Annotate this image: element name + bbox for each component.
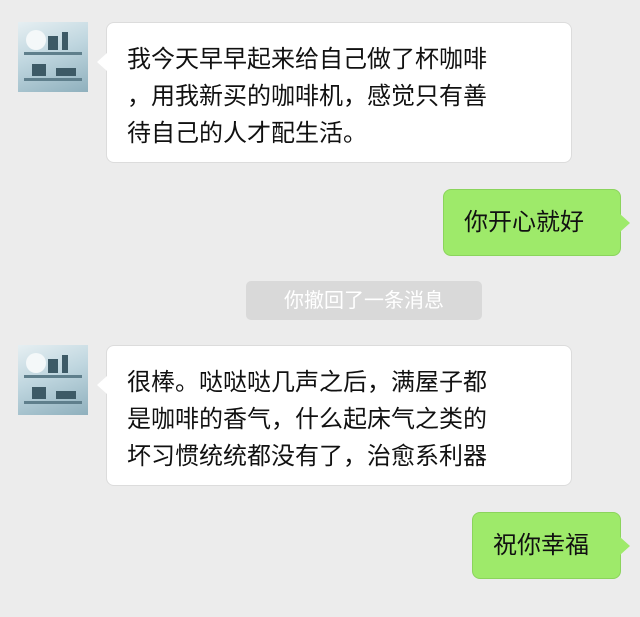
message-text-line: 你开心就好	[464, 208, 584, 236]
message-text-line: 很棒。哒哒哒几声之后，满屋子都	[127, 368, 487, 396]
incoming-message[interactable]: 我今天早早起来给自己做了杯咖啡 ，用我新买的咖啡机，感觉只有善 待自己的人才配生…	[97, 22, 572, 163]
contact-avatar[interactable]	[18, 22, 88, 92]
message-text-line: 我今天早早起来给自己做了杯咖啡	[127, 45, 487, 73]
outgoing-message[interactable]: 祝你幸福	[472, 512, 630, 579]
contact-avatar[interactable]	[18, 345, 88, 415]
recalled-message-notice: 你撤回了一条消息	[246, 281, 482, 320]
message-text-line: 坏习惯统统都没有了，治愈系利器	[127, 442, 487, 470]
message-text-line: 待自己的人才配生活。	[127, 119, 367, 147]
message-text-line: ，用我新买的咖啡机，感觉只有善	[127, 82, 487, 110]
message-text-line: 祝你幸福	[493, 531, 589, 559]
incoming-message[interactable]: 很棒。哒哒哒几声之后，满屋子都 是咖啡的香气，什么起床气之类的 坏习惯统统都没有…	[97, 345, 572, 486]
message-text-line: 是咖啡的香气，什么起床气之类的	[127, 405, 487, 433]
outgoing-message[interactable]: 你开心就好	[443, 189, 630, 256]
